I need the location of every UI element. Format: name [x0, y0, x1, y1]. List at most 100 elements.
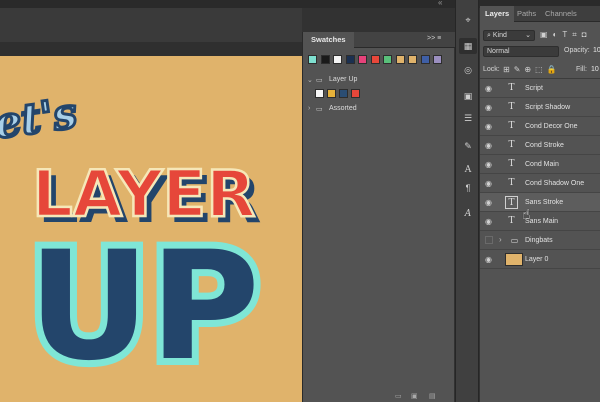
color-swatch[interactable] — [370, 55, 380, 64]
layer-row[interactable]: › ▭ Dingbats — [480, 231, 600, 250]
layer-row[interactable]: ◉ Layer 0 — [480, 250, 600, 269]
character-icon[interactable]: A — [459, 162, 477, 178]
text-layer-icon: T — [508, 102, 515, 112]
layer-name: Script — [525, 85, 543, 92]
eye-icon[interactable]: ◉ — [485, 179, 495, 188]
opacity-value[interactable]: 10 — [593, 47, 600, 54]
folder-icon: ▭ — [316, 77, 323, 84]
swatch-group-colors — [315, 89, 395, 100]
hand-cursor-icon: ☝ — [522, 206, 531, 222]
layer-thumbnail — [505, 253, 523, 266]
layer-name: Layer 0 — [525, 256, 549, 263]
color-swatch[interactable] — [327, 89, 336, 98]
text-layer-icon: T — [508, 121, 515, 131]
color-swatch[interactable] — [433, 55, 442, 64]
layer-row[interactable]: ◉ T Cond Decor One — [480, 117, 600, 136]
text-layer-icon: T — [508, 140, 515, 150]
paragraph-icon[interactable]: ¶ — [459, 180, 477, 196]
adjust-icon[interactable]: ◎ — [459, 62, 477, 78]
swatches-panel: Swatches >> ≡ ⌄ ▭ Layer Up › ▭ Assorted … — [302, 32, 455, 402]
tab-paths[interactable]: Paths — [512, 6, 541, 22]
color-swatch[interactable] — [358, 55, 367, 64]
panel-menu-icon[interactable]: >> ≡ — [427, 35, 441, 42]
grid-icon[interactable]: ▦ — [459, 38, 477, 54]
eye-icon[interactable]: ◉ — [485, 160, 495, 169]
color-swatch[interactable] — [315, 89, 324, 98]
color-swatch[interactable] — [408, 55, 417, 64]
filter-type-icons[interactable]: ▣◐T⌗◘ — [540, 30, 598, 41]
filter-label: Kind — [492, 32, 507, 39]
layer-row[interactable]: ◉ T Script — [480, 79, 600, 98]
folder-icon: ▭ — [316, 106, 323, 113]
brush-icon[interactable]: ✎ — [459, 138, 477, 154]
eye-icon[interactable]: ◉ — [485, 84, 495, 93]
script-text-art: et's — [0, 87, 81, 150]
chevron-right-icon[interactable]: › — [499, 235, 502, 244]
chevron-down-icon: ⌄ — [525, 32, 531, 39]
document-canvas[interactable]: et's LAYER LAYER UP UP — [0, 56, 302, 402]
swatch-group-assorted[interactable]: › ▭ Assorted — [307, 104, 451, 116]
color-swatch[interactable] — [351, 89, 360, 98]
collapse-panels-icon[interactable]: « — [438, 0, 442, 7]
color-swatch[interactable] — [320, 55, 330, 64]
layer-name: Script Shadow — [525, 104, 571, 111]
up-word: UP — [28, 220, 260, 394]
library-icon[interactable]: ▣ — [459, 88, 477, 104]
eye-dropper-icon[interactable]: ⌖ — [459, 12, 477, 28]
new-group-icon[interactable]: ▭ — [395, 392, 402, 400]
opacity-label: Opacity: — [564, 47, 590, 54]
layer-row[interactable]: ◉ T Cond Main — [480, 155, 600, 174]
layers-panel: Layers Paths Channels ⌕ Kind ⌄ ▣◐T⌗◘ Norm… — [480, 6, 600, 402]
swatches-footer-icons: ▭ ▣ ▤ — [391, 392, 451, 402]
color-swatch[interactable] — [308, 55, 317, 64]
layer-row[interactable]: ◉ T Sans Main — [480, 212, 600, 231]
layer-name: Cond Shadow One — [525, 180, 585, 187]
document-tab-bar — [0, 8, 302, 56]
fill-label: Fill: — [576, 66, 587, 73]
eye-icon[interactable]: ◉ — [485, 122, 495, 131]
eye-icon[interactable]: ◉ — [485, 217, 495, 226]
chevron-right-icon[interactable]: › — [308, 105, 310, 112]
text-layer-icon: T — [508, 83, 515, 93]
layers-tabs: Layers Paths Channels — [480, 6, 600, 22]
swatch-group-layer-up[interactable]: ⌄ ▭ Layer Up — [307, 75, 451, 87]
lock-icons[interactable]: ⊞✎⊕⬚🔒 — [503, 65, 563, 75]
new-swatch-icon[interactable]: ▣ — [411, 392, 418, 400]
blend-mode-select[interactable]: Normal — [483, 46, 559, 57]
eye-icon[interactable]: ◉ — [485, 103, 495, 112]
delete-icon[interactable]: ▤ — [429, 392, 436, 400]
eye-icon[interactable]: ◉ — [485, 255, 495, 264]
color-swatch[interactable] — [339, 89, 348, 98]
layer-row[interactable]: ◉ T Cond Stroke — [480, 136, 600, 155]
color-swatch[interactable] — [383, 55, 392, 64]
layer-row[interactable]: ◉ T Sans Stroke — [480, 193, 600, 212]
color-swatch[interactable] — [395, 55, 405, 64]
fill-value[interactable]: 10 — [591, 66, 599, 73]
properties-icon[interactable]: ☰ — [459, 110, 477, 126]
layer-name: Cond Stroke — [525, 142, 564, 149]
eye-icon[interactable]: ◉ — [485, 198, 495, 207]
text-layer-icon: T — [508, 178, 515, 188]
layer-name: Cond Main — [525, 161, 559, 168]
layer-row[interactable]: ◉ T Script Shadow — [480, 98, 600, 117]
color-swatch[interactable] — [345, 55, 355, 64]
eye-icon[interactable]: ◉ — [485, 141, 495, 150]
up-word-art: UP UP — [21, 213, 267, 401]
layer-filter-select[interactable]: ⌕ Kind ⌄ — [483, 30, 535, 41]
text-layer-icon: T — [505, 196, 518, 209]
canvas-artwork: et's LAYER LAYER UP UP — [0, 87, 267, 401]
color-swatch[interactable] — [420, 55, 430, 64]
tab-channels[interactable]: Channels — [540, 6, 582, 22]
lock-label: Lock: — [483, 66, 500, 73]
glyph-icon[interactable]: A — [459, 206, 477, 222]
swatch-group-label: Layer Up — [329, 76, 358, 83]
chevron-down-icon[interactable]: ⌄ — [307, 76, 313, 84]
document-tab-strip — [0, 42, 302, 56]
text-layer-icon: T — [508, 159, 515, 169]
swatches-header: Swatches >> ≡ — [303, 32, 455, 48]
swatches-tab[interactable]: Swatches — [303, 32, 354, 48]
layer-row[interactable]: ◉ T Cond Shadow One — [480, 174, 600, 193]
color-swatch[interactable] — [333, 55, 342, 64]
tab-layers[interactable]: Layers — [480, 6, 515, 22]
visibility-toggle[interactable] — [485, 236, 493, 244]
